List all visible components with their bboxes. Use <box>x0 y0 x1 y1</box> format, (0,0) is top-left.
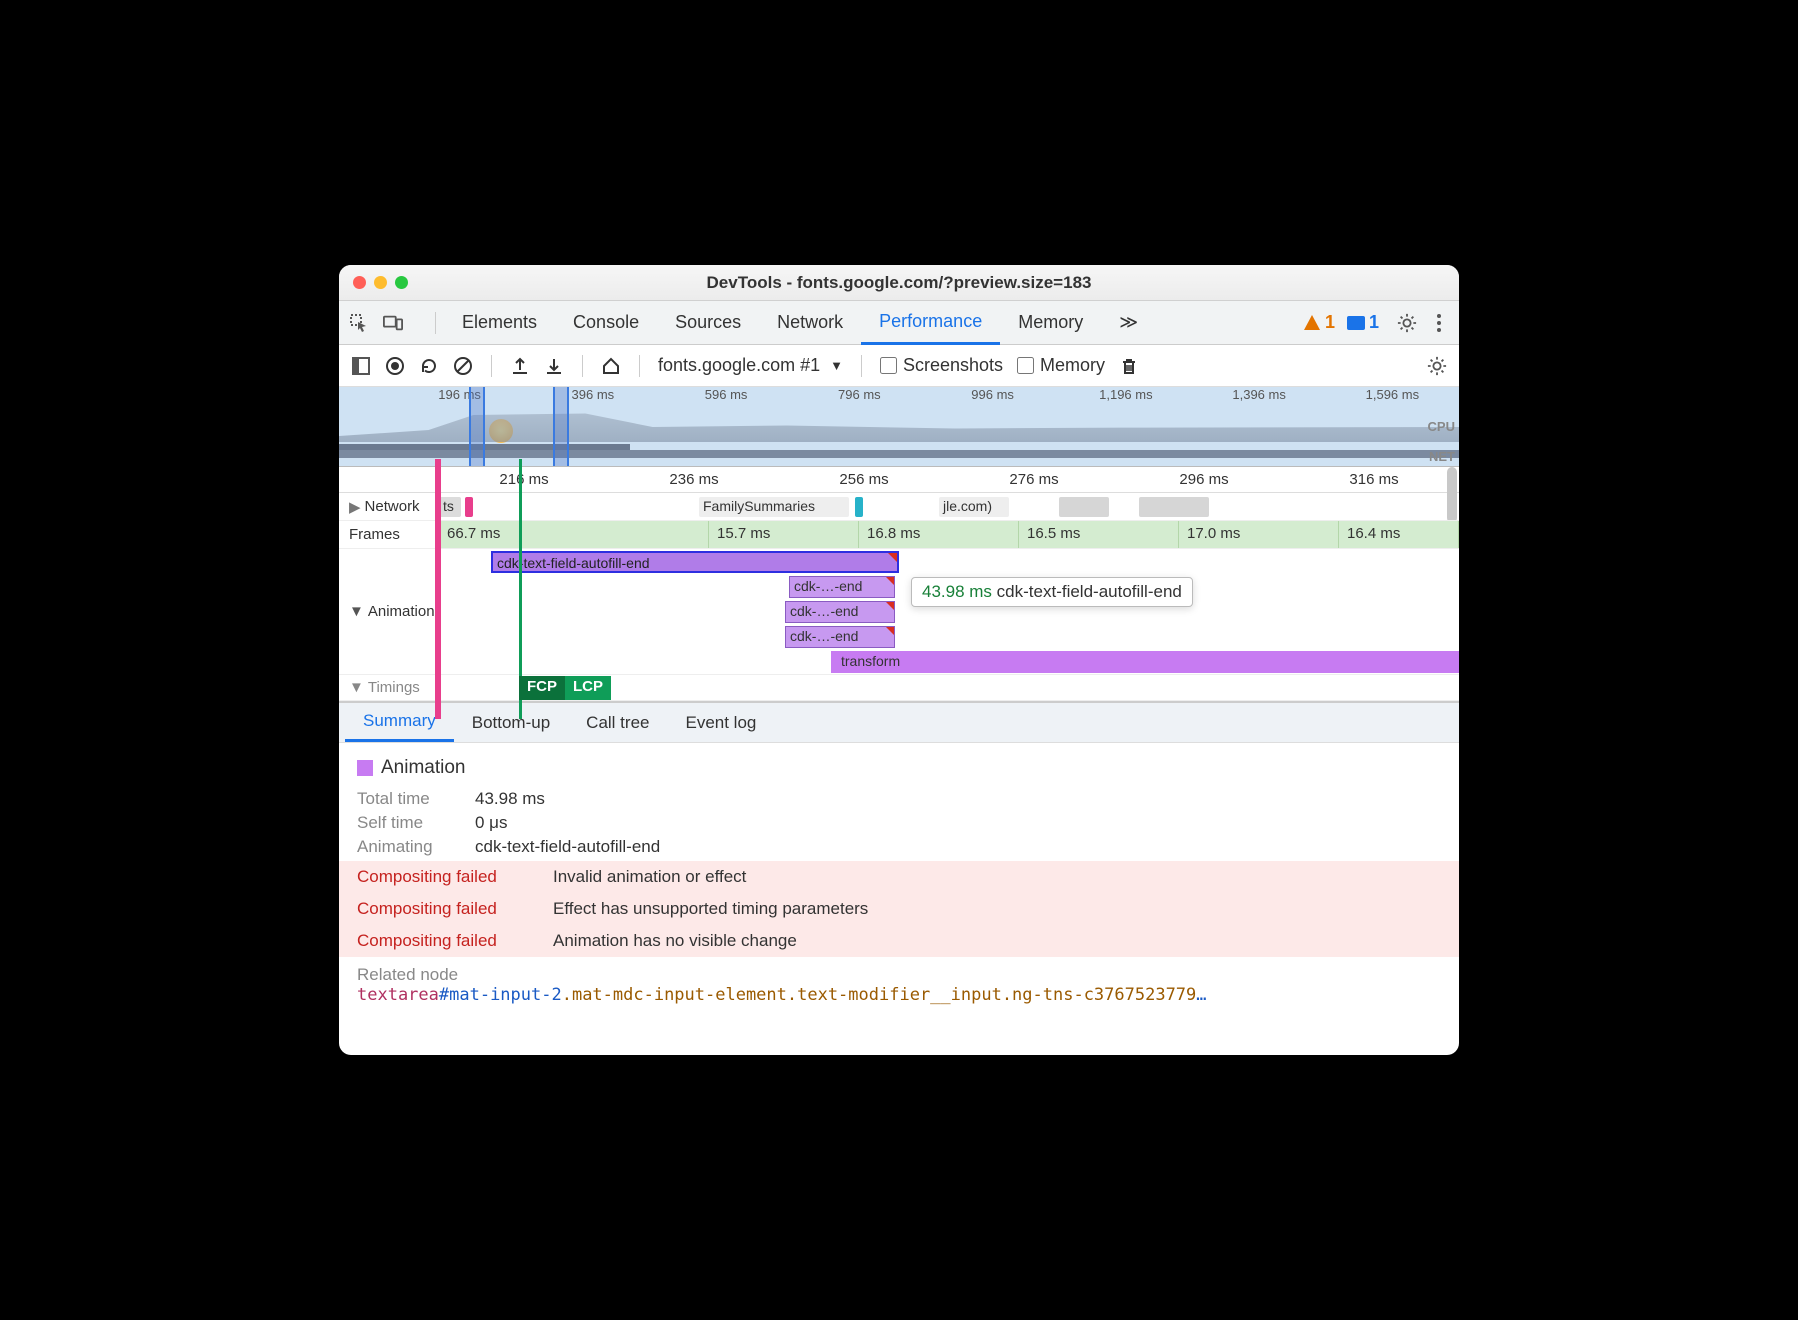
compositing-failed-row: Compositing failedAnimation has no visib… <box>339 925 1459 957</box>
chevron-down-icon: ▼ <box>830 358 843 373</box>
compositing-failed-row: Compositing failedInvalid animation or e… <box>339 861 1459 893</box>
tab-call-tree[interactable]: Call tree <box>568 703 667 742</box>
close-icon[interactable] <box>353 276 366 289</box>
zoom-icon[interactable] <box>395 276 408 289</box>
category-swatch <box>357 760 373 776</box>
minimize-icon[interactable] <box>374 276 387 289</box>
screenshots-checkbox[interactable]: Screenshots <box>880 355 1003 376</box>
tab-sources[interactable]: Sources <box>657 301 759 344</box>
tab-memory[interactable]: Memory <box>1000 301 1101 344</box>
issues-badge[interactable]: 1 <box>1347 312 1379 333</box>
device-icon[interactable] <box>383 313 403 333</box>
net-segment[interactable]: jle.com) <box>939 497 1009 517</box>
tab-network[interactable]: Network <box>759 301 861 344</box>
transform-bar[interactable]: transform <box>831 651 1459 673</box>
perf-toolbar: fonts.google.com #1 ▼ Screenshots Memory <box>339 345 1459 387</box>
animation-bar[interactable]: cdk-…-end <box>789 576 895 598</box>
cpu-graph <box>339 412 1459 442</box>
flamechart-ruler: 216 ms236 ms256 ms276 ms296 ms316 ms <box>339 467 1459 493</box>
tabs-overflow[interactable]: ≫ <box>1101 301 1156 344</box>
tab-event-log[interactable]: Event log <box>667 703 774 742</box>
range-handle-left[interactable] <box>469 387 485 466</box>
frame-cell[interactable]: 16.4 ms <box>1339 521 1459 548</box>
related-node-link[interactable]: textarea#mat-input-2.mat-mdc-input-eleme… <box>357 985 1441 1005</box>
panel-tabs: Elements Console Sources Network Perform… <box>444 301 1156 344</box>
network-track: ▶Network ts FamilySummaries jle.com) <box>339 493 1459 521</box>
net-segment[interactable]: FamilySummaries <box>699 497 849 517</box>
animation-bar[interactable]: cdk-…-end <box>785 601 895 623</box>
warnings-badge[interactable]: 1 <box>1303 312 1335 333</box>
net-label: NET <box>1429 449 1455 464</box>
frame-cell[interactable]: 15.7 ms <box>709 521 859 548</box>
animations-track: ▼Animations cdk-text-field-autofill-end … <box>339 549 1459 675</box>
tab-performance[interactable]: Performance <box>861 301 1000 345</box>
timing-markers[interactable]: FCPLCP <box>519 676 611 700</box>
animation-bar[interactable]: cdk-…-end <box>785 626 895 648</box>
timeline-overview[interactable]: 196 ms396 ms596 ms796 ms996 ms1,196 ms1,… <box>339 387 1459 467</box>
range-handle-right[interactable] <box>553 387 569 466</box>
flamechart-tracks: ▶Network ts FamilySummaries jle.com) Fra… <box>339 493 1459 703</box>
memory-checkbox[interactable]: Memory <box>1017 355 1105 376</box>
net-segment[interactable] <box>1059 497 1109 517</box>
animating-value: cdk-text-field-autofill-end <box>475 837 660 857</box>
gear-icon[interactable] <box>1397 313 1417 333</box>
cpu-label: CPU <box>1428 419 1455 434</box>
timings-track: ▼Timings FCPLCP <box>339 675 1459 701</box>
gear-icon[interactable] <box>1427 356 1447 376</box>
tab-elements[interactable]: Elements <box>444 301 555 344</box>
clear-icon[interactable] <box>453 356 473 376</box>
net-segment[interactable]: ts <box>439 497 461 517</box>
devtools-window: DevTools - fonts.google.com/?preview.siz… <box>339 265 1459 1055</box>
record-icon[interactable] <box>385 356 405 376</box>
compositing-failed-row: Compositing failedEffect has unsupported… <box>339 893 1459 925</box>
download-icon[interactable] <box>544 356 564 376</box>
frame-cell[interactable]: 17.0 ms <box>1179 521 1339 548</box>
upload-icon[interactable] <box>510 356 530 376</box>
titlebar: DevTools - fonts.google.com/?preview.siz… <box>339 265 1459 301</box>
detail-tabs: Summary Bottom-up Call tree Event log <box>339 703 1459 743</box>
main-tab-strip: Elements Console Sources Network Perform… <box>339 301 1459 345</box>
kebab-icon[interactable] <box>1429 313 1449 333</box>
frame-cell[interactable]: 66.7 ms <box>439 521 709 548</box>
frames-track: Frames 66.7 ms 15.7 ms 16.8 ms 16.5 ms 1… <box>339 521 1459 549</box>
home-icon[interactable] <box>601 356 621 376</box>
inspect-icon[interactable] <box>349 313 369 333</box>
animation-bar-selected[interactable]: cdk-text-field-autofill-end <box>491 551 899 573</box>
traffic-lights <box>353 276 408 289</box>
recording-selector[interactable]: fonts.google.com #1 ▼ <box>658 355 843 376</box>
summary-title: Animation <box>381 757 466 779</box>
summary-pane: Animation Total time43.98 ms Self time0 … <box>339 743 1459 1055</box>
frame-cell[interactable]: 16.8 ms <box>859 521 1019 548</box>
window-title: DevTools - fonts.google.com/?preview.siz… <box>339 273 1459 293</box>
marker-line <box>435 459 441 719</box>
net-graph <box>339 450 1459 458</box>
frame-cell[interactable]: 16.5 ms <box>1019 521 1179 548</box>
tab-console[interactable]: Console <box>555 301 657 344</box>
toggle-pane-icon[interactable] <box>351 356 371 376</box>
net-segment[interactable] <box>855 497 863 517</box>
net-segment[interactable] <box>1139 497 1209 517</box>
tab-bottom-up[interactable]: Bottom-up <box>454 703 568 742</box>
net-segment[interactable] <box>465 497 473 517</box>
self-time-value: 0 μs <box>475 813 507 833</box>
total-time-value: 43.98 ms <box>475 789 545 809</box>
reload-icon[interactable] <box>419 356 439 376</box>
trash-icon[interactable] <box>1119 356 1139 376</box>
hover-tooltip: 43.98 ms cdk-text-field-autofill-end <box>911 577 1193 607</box>
